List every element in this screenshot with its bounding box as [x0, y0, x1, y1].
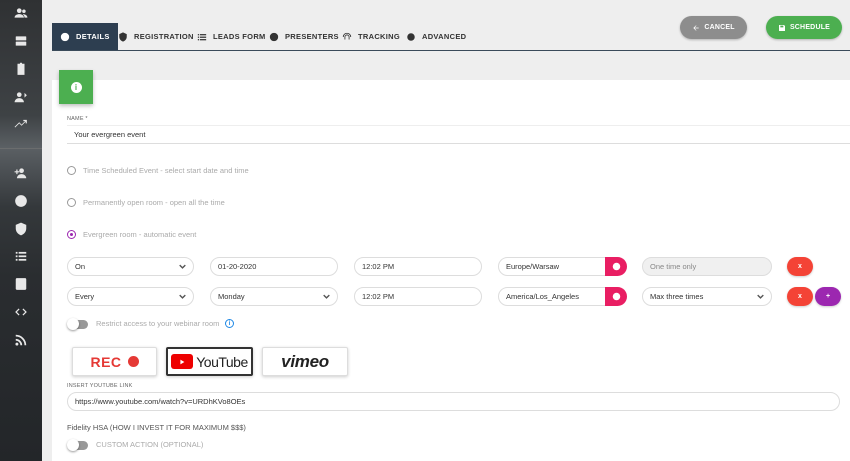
row2-time-input[interactable]: 12:02 PM	[354, 287, 482, 306]
youtube-label: YouTube	[196, 353, 248, 370]
row1-frequency-select[interactable]: One time only	[642, 257, 772, 276]
tab-label: REGISTRATION	[134, 32, 194, 41]
row2-timezone-button[interactable]	[605, 287, 627, 306]
row1-date-input[interactable]: 01-20-2020	[210, 257, 338, 276]
select-value: Every	[75, 292, 95, 301]
group-add-icon[interactable]	[0, 163, 42, 183]
smile-icon	[269, 32, 279, 41]
radio-time-scheduled[interactable]: Time Scheduled Event - select start date…	[67, 166, 249, 175]
fingerprint-icon	[342, 32, 352, 39]
clipboard-icon[interactable]	[0, 59, 42, 79]
radio-circle[interactable]	[67, 166, 76, 175]
info-icon[interactable]: i	[225, 319, 234, 328]
name-input[interactable]	[67, 125, 850, 144]
youtube-play-icon	[171, 354, 194, 369]
sidebar	[0, 0, 42, 461]
people-icon[interactable]	[0, 3, 42, 23]
row2-mode-select[interactable]: Every	[67, 287, 194, 306]
tab-tracking[interactable]: TRACKING	[334, 23, 408, 50]
list-icon	[197, 33, 207, 40]
youtube-link-label: INSERT YOUTUBE LINK	[67, 383, 133, 389]
globe-icon	[612, 292, 620, 301]
restrict-access-label: Restrict access to your webinar room	[96, 319, 220, 328]
row2-day-select[interactable]: Monday	[210, 287, 338, 306]
row1-mode-select[interactable]: On	[67, 257, 194, 276]
video-title: Fidelity HSA (HOW I INVEST IT FOR MAXIMU…	[67, 423, 246, 432]
radio-label: Permanently open room - open all the tim…	[83, 198, 225, 207]
vimeo-label: vimeo	[281, 351, 329, 371]
trending-icon[interactable]	[0, 114, 42, 134]
list-icon[interactable]	[0, 246, 42, 266]
chevron-down-icon	[323, 293, 330, 300]
tab-registration[interactable]: REGISTRATION	[110, 23, 202, 50]
remove-label: x	[798, 263, 802, 270]
contact-icon[interactable]	[0, 274, 42, 294]
radio-circle[interactable]	[67, 198, 76, 207]
row2-frequency-select[interactable]: Max three times	[642, 287, 772, 306]
user-presenter-icon[interactable]	[0, 87, 42, 107]
rec-source-button[interactable]: REC	[72, 347, 157, 376]
sidebar-divider	[0, 148, 42, 149]
row1-timezone-button[interactable]	[605, 257, 627, 276]
remove-label: x	[798, 293, 802, 300]
tab-label: DETAILS	[76, 32, 110, 41]
tab-label: PRESENTERS	[285, 32, 339, 41]
row1-timezone-input[interactable]: Europe/Warsaw	[498, 257, 606, 276]
select-value: One time only	[650, 262, 697, 271]
radio-evergreen[interactable]: Evergreen room - automatic event	[67, 230, 196, 239]
code-icon[interactable]	[0, 302, 42, 322]
row2-add-button[interactable]: +	[815, 287, 841, 306]
youtube-source-button[interactable]: YouTube	[166, 347, 253, 376]
shield-icon[interactable]	[0, 219, 42, 239]
tab-label: ADVANCED	[422, 32, 467, 41]
row2-timezone-input[interactable]: America/Los_Angeles	[498, 287, 606, 306]
schedule-button[interactable]: SCHEDULE	[766, 16, 842, 39]
tab-label: LEADS FORM	[213, 32, 266, 41]
arrow-left-icon	[693, 24, 699, 31]
globe-icon	[612, 262, 620, 271]
chevron-down-icon	[757, 293, 764, 300]
shield-icon	[119, 31, 127, 42]
tab-details[interactable]: DETAILS	[52, 23, 118, 50]
info-badge: i	[59, 70, 93, 104]
cancel-button[interactable]: CANCEL	[680, 16, 747, 39]
chevron-down-icon	[179, 263, 186, 270]
name-label: NAME *	[67, 116, 88, 122]
record-dot-icon	[127, 356, 139, 367]
schedule-label: SCHEDULE	[789, 24, 831, 31]
vimeo-source-button[interactable]: vimeo	[262, 347, 348, 376]
gear-icon	[407, 32, 415, 41]
server-icon[interactable]	[0, 31, 42, 51]
custom-action-label: CUSTOM ACTION (OPTIONAL)	[96, 440, 204, 449]
cancel-label: CANCEL	[704, 24, 735, 31]
row1-time-input[interactable]: 12:02 PM	[354, 257, 482, 276]
tab-label: TRACKING	[358, 32, 400, 41]
tab-underline	[52, 50, 850, 51]
select-value: Max three times	[650, 292, 704, 301]
custom-action-toggle[interactable]	[67, 439, 88, 451]
radio-permanently-open[interactable]: Permanently open room - open all the tim…	[67, 198, 225, 207]
youtube-link-input[interactable]	[67, 392, 840, 411]
tab-advanced[interactable]: ADVANCED	[398, 23, 474, 50]
info-icon	[60, 32, 70, 41]
radio-circle[interactable]	[67, 230, 76, 239]
row2-remove-button[interactable]: x	[787, 287, 813, 306]
radio-label: Time Scheduled Event - select start date…	[83, 166, 249, 175]
restrict-access-toggle[interactable]	[67, 318, 88, 330]
add-label: +	[825, 293, 831, 300]
select-value: Monday	[218, 292, 245, 301]
chevron-down-icon	[179, 293, 186, 300]
select-value: On	[75, 262, 86, 271]
save-icon	[778, 24, 785, 31]
info-icon: i	[70, 81, 82, 93]
rss-icon[interactable]	[0, 330, 42, 350]
row1-remove-button[interactable]: x	[787, 257, 813, 276]
rec-label: REC	[90, 353, 122, 370]
radio-label: Evergreen room - automatic event	[83, 230, 197, 239]
smile-icon[interactable]	[0, 191, 42, 211]
